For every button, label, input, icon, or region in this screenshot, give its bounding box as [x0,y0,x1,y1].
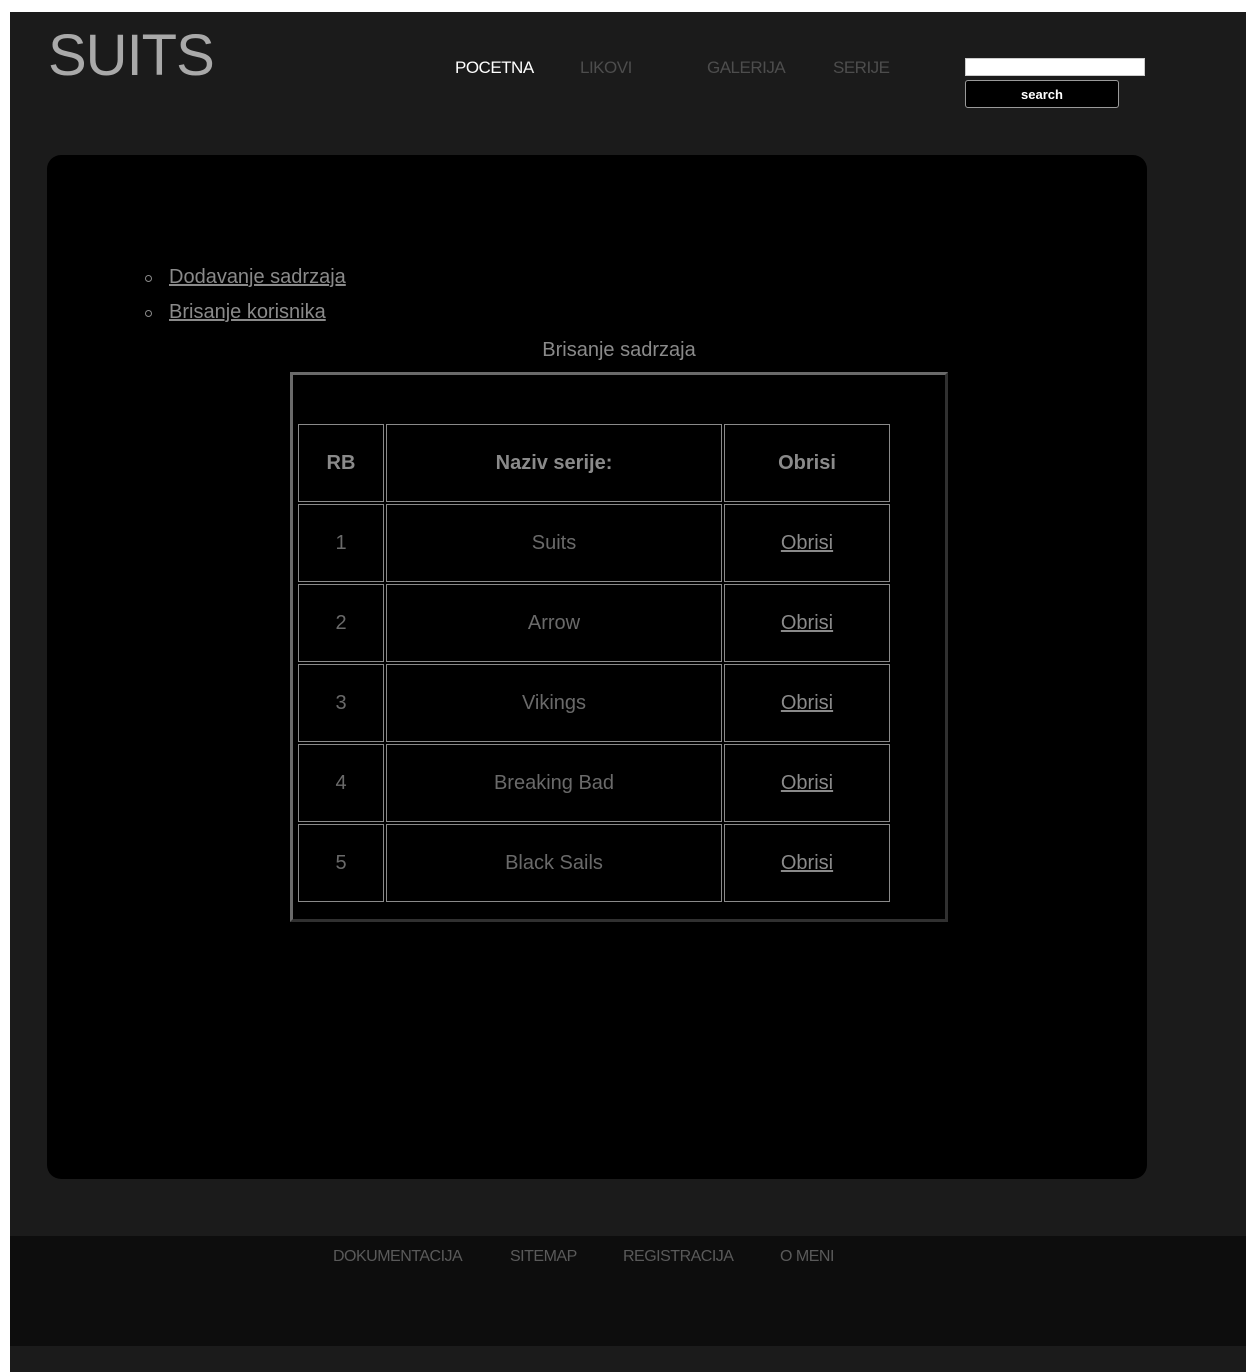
column-header-obrisi: Obrisi [724,424,890,502]
admin-menu-item: Dodavanje sadrzaja [145,266,346,301]
table-caption: Brisanje sadrzaja [542,339,696,361]
delete-users-link[interactable]: Brisanje korisnika [169,301,326,323]
column-header-naziv: Naziv serije: [386,424,722,502]
list-bullet-icon [145,310,152,317]
footer-link-sitemap[interactable]: SITEMAP [510,1248,577,1266]
row-number: 4 [298,744,384,822]
table-row: 3 Vikings Obrisi [298,664,890,742]
table-frame: RB Naziv serije: Obrisi 1 Suits Obrisi 2… [290,372,948,922]
table-header-row: RB Naziv serije: Obrisi [298,424,890,502]
table-row: 4 Breaking Bad Obrisi [298,744,890,822]
nav-item-serije[interactable]: SERIJE [833,58,890,78]
add-content-link[interactable]: Dodavanje sadrzaja [169,266,346,288]
series-name: Breaking Bad [386,744,722,822]
nav-item-pocetna[interactable]: POCETNA [455,58,534,78]
row-number: 1 [298,504,384,582]
page: SUITS POCETNA LIKOVI GALERIJA SERIJE sea… [10,12,1246,1372]
table-row: 2 Arrow Obrisi [298,584,890,662]
footer-link-dokumentacija[interactable]: DOKUMENTACIJA [333,1248,463,1266]
delete-link[interactable]: Obrisi [781,772,833,794]
list-bullet-icon [145,275,152,282]
delete-cell: Obrisi [724,584,890,662]
column-header-rb: RB [298,424,384,502]
series-name: Arrow [386,584,722,662]
delete-link[interactable]: Obrisi [781,532,833,554]
search-input[interactable] [965,58,1145,76]
footer: DOKUMENTACIJA SITEMAP REGISTRACIJA O MEN… [10,1236,1246,1346]
table-row: 1 Suits Obrisi [298,504,890,582]
delete-link[interactable]: Obrisi [781,612,833,634]
delete-link[interactable]: Obrisi [781,852,833,874]
main-content: Dodavanje sadrzaja Brisanje korisnika Br… [47,155,1147,1179]
delete-link[interactable]: Obrisi [781,692,833,714]
admin-menu: Dodavanje sadrzaja Brisanje korisnika [145,266,346,336]
nav-item-likovi[interactable]: LIKOVI [580,58,632,78]
series-name: Vikings [386,664,722,742]
search-button[interactable]: search [965,80,1119,108]
series-name: Black Sails [386,824,722,902]
delete-cell: Obrisi [724,824,890,902]
footer-link-o-meni[interactable]: O MENI [780,1248,834,1266]
row-number: 2 [298,584,384,662]
row-number: 5 [298,824,384,902]
row-number: 3 [298,664,384,742]
series-table: RB Naziv serije: Obrisi 1 Suits Obrisi 2… [296,422,892,904]
nav-item-galerija[interactable]: GALERIJA [707,58,786,78]
delete-cell: Obrisi [724,664,890,742]
delete-cell: Obrisi [724,504,890,582]
site-logo[interactable]: SUITS [48,22,215,89]
delete-cell: Obrisi [724,744,890,822]
footer-link-registracija[interactable]: REGISTRACIJA [623,1248,734,1266]
table-row: 5 Black Sails Obrisi [298,824,890,902]
series-name: Suits [386,504,722,582]
admin-menu-item: Brisanje korisnika [145,301,346,336]
